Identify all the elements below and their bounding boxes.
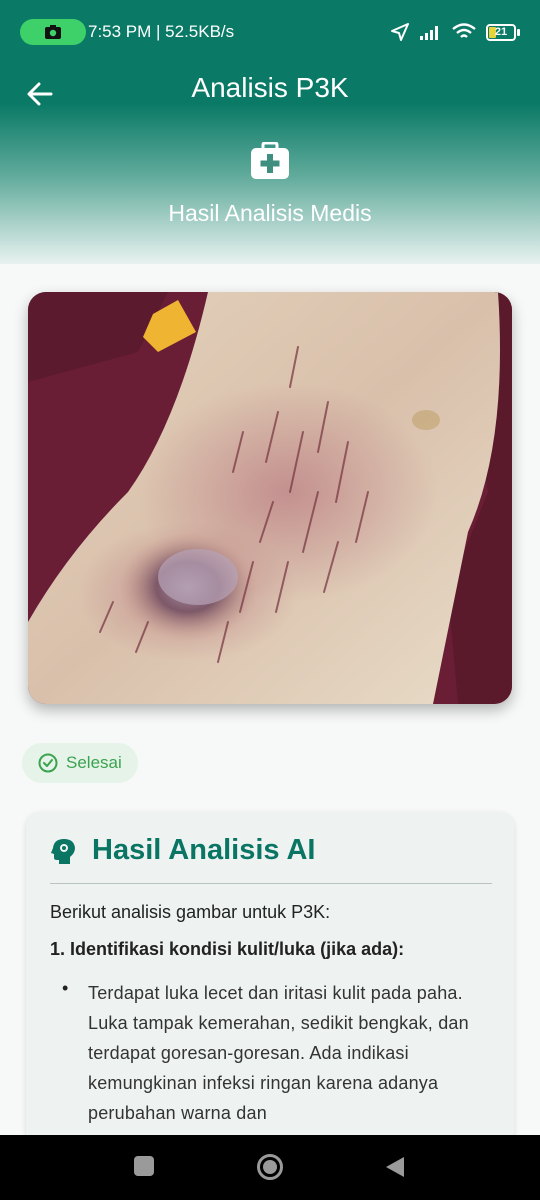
system-nav-bar — [0, 1135, 540, 1200]
wound-photo — [28, 292, 512, 704]
triangle-back-icon — [386, 1157, 404, 1177]
circle-icon — [257, 1154, 283, 1180]
wound-photo-image — [28, 292, 512, 704]
analysis-header: Hasil Analisis AI — [50, 834, 492, 867]
screen-recorder-pill[interactable] — [20, 19, 86, 45]
page-subtitle: Hasil Analisis Medis — [168, 200, 372, 226]
section-heading: 1. Identifikasi kondisi kulit/luka (jika… — [50, 939, 405, 959]
square-icon — [134, 1156, 154, 1176]
back-nav-button[interactable] — [384, 1155, 406, 1184]
wifi-icon — [452, 23, 476, 38]
app-bar: Analisis P3K Hasil Analisis Medis — [0, 64, 540, 264]
status-badge-label: Selesai — [66, 753, 122, 772]
signal-icon — [420, 26, 438, 40]
status-time-speed: 7:53 PM | 52.5KB/s — [88, 22, 235, 41]
medical-kit-icon — [251, 142, 289, 179]
bullet-dot: • — [62, 978, 69, 998]
analysis-intro: Berikut analisis gambar untuk P3K: — [50, 902, 331, 922]
status-icons: 21 — [390, 22, 520, 42]
camera-icon — [45, 25, 61, 39]
battery-icon: 21 — [486, 23, 520, 41]
status-bar: 7:53 PM | 52.5KB/s 21 — [0, 0, 540, 64]
home-button[interactable] — [256, 1153, 284, 1186]
brain-head-icon — [51, 838, 75, 864]
status-badge: Selesai — [22, 743, 138, 783]
list-item: • Terdapat luka lecet dan iritasi kulit … — [50, 978, 492, 1128]
page-title: Analisis P3K — [191, 72, 349, 103]
list-item-text: Terdapat luka lecet dan iritasi kulit pa… — [88, 983, 469, 1123]
analysis-title: Hasil Analisis AI — [92, 834, 316, 866]
check-circle-icon — [38, 753, 58, 773]
recents-button[interactable] — [133, 1155, 155, 1182]
location-icon — [391, 23, 409, 41]
battery-level: 21 — [494, 26, 508, 38]
divider — [50, 883, 492, 884]
